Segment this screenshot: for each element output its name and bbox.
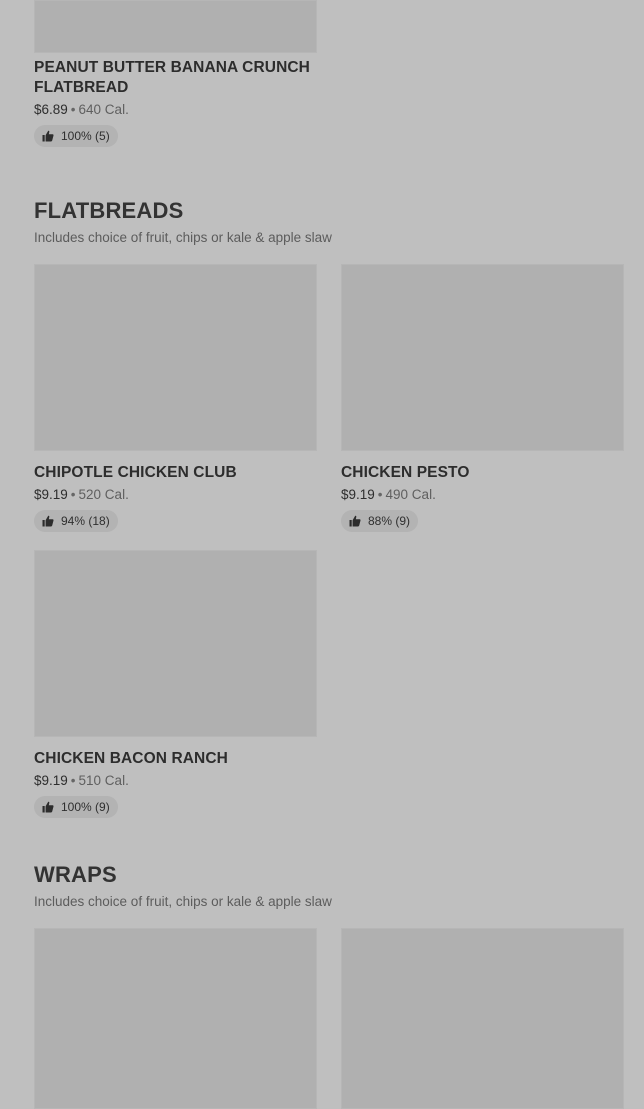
menu-item-calories: 510 Cal. bbox=[78, 773, 129, 788]
menu-item-image[interactable] bbox=[341, 264, 624, 451]
rating-badge: 100% (5) bbox=[34, 125, 118, 147]
menu-item-meta: $9.19 • 510 Cal. bbox=[34, 772, 317, 790]
menu-item-name: CHIPOTLE CHICKEN CLUB bbox=[34, 464, 237, 481]
rating-text: 100% (5) bbox=[61, 129, 110, 143]
section-title-flatbreads: FLATBREADS bbox=[34, 198, 184, 223]
menu-item-image[interactable] bbox=[34, 0, 317, 53]
section-subtitle: Includes choice of fruit, chips or kale … bbox=[34, 894, 332, 909]
menu-item-card[interactable]: CHIPOTLE CHICKEN CLUB $9.19 • 520 Cal. 94%… bbox=[34, 264, 317, 532]
menu-item-image[interactable] bbox=[341, 928, 624, 1109]
meta-separator: • bbox=[70, 487, 76, 502]
menu-item-card[interactable]: CHICKEN BACON RANCH $9.19 • 510 Cal. 100% … bbox=[34, 550, 317, 818]
menu-item-price: $9.19 bbox=[341, 487, 375, 502]
rating-badge: 100% (9) bbox=[34, 796, 118, 818]
menu-item-name: CHICKEN BACON RANCH bbox=[34, 750, 228, 767]
menu-item-price: $9.19 bbox=[34, 487, 68, 502]
rating-text: 100% (9) bbox=[61, 800, 110, 814]
menu-item-card[interactable] bbox=[34, 928, 317, 1109]
rating-text: 94% (18) bbox=[61, 514, 110, 528]
menu-item-image[interactable] bbox=[34, 928, 317, 1109]
thumbs-up-icon bbox=[42, 130, 54, 142]
rating-text: 88% (9) bbox=[368, 514, 411, 528]
menu-item-calories: 640 Cal. bbox=[78, 102, 129, 117]
menu-item-price: $6.89 bbox=[34, 102, 68, 117]
menu-item-calories: 490 Cal. bbox=[385, 487, 436, 502]
menu-item-meta: $9.19 • 520 Cal. bbox=[34, 486, 317, 504]
section-title-wraps: WRAPS bbox=[34, 862, 117, 887]
rating-badge: 94% (18) bbox=[34, 510, 118, 532]
menu-item-card[interactable] bbox=[341, 928, 624, 1109]
menu-item-image[interactable] bbox=[34, 264, 317, 451]
menu-item-card[interactable]: CHICKEN PESTO $9.19 • 490 Cal. 88% (9) bbox=[341, 264, 624, 532]
menu-item-name: PEANUT BUTTER BANANA CRUNCH FLATBREAD bbox=[34, 59, 310, 96]
meta-separator: • bbox=[377, 487, 383, 502]
meta-separator: • bbox=[70, 102, 76, 117]
section-subtitle: Includes choice of fruit, chips or kale … bbox=[34, 230, 332, 245]
menu-item-card[interactable]: PEANUT BUTTER BANANA CRUNCH FLATBREAD $6… bbox=[34, 0, 317, 147]
meta-separator: • bbox=[70, 773, 76, 788]
menu-item-meta: $6.89 • 640 Cal. bbox=[34, 101, 317, 119]
rating-badge: 88% (9) bbox=[341, 510, 419, 532]
thumbs-up-icon bbox=[349, 515, 361, 527]
menu-page: PEANUT BUTTER BANANA CRUNCH FLATBREAD $6… bbox=[0, 0, 644, 1109]
menu-item-image[interactable] bbox=[34, 550, 317, 737]
menu-item-price: $9.19 bbox=[34, 773, 68, 788]
menu-item-name: CHICKEN PESTO bbox=[341, 464, 470, 481]
menu-item-calories: 520 Cal. bbox=[78, 487, 129, 502]
thumbs-up-icon bbox=[42, 801, 54, 813]
thumbs-up-icon bbox=[42, 515, 54, 527]
menu-item-meta: $9.19 • 490 Cal. bbox=[341, 486, 624, 504]
